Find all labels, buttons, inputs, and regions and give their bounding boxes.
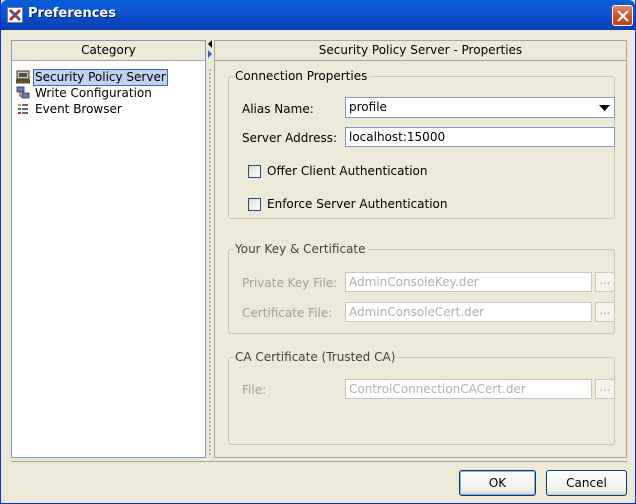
category-item-security-policy-server[interactable]: Security Policy Server [15, 68, 205, 86]
category-item-event-browser[interactable]: Event Browser [16, 101, 205, 117]
category-item-label: Write Configuration [35, 85, 152, 100]
category-item-label: Security Policy Server [33, 68, 168, 86]
category-pane: Category Security Policy Server Write Co… [11, 40, 206, 458]
title-bar[interactable]: Preferences [1, 0, 635, 30]
network-write-icon [16, 86, 30, 100]
cancel-button[interactable]: Cancel [546, 470, 627, 496]
connection-properties-legend: Connection Properties [235, 69, 368, 83]
event-list-icon [16, 102, 30, 116]
category-item-label: Event Browser [35, 101, 122, 116]
preferences-window: Preferences Category Security Policy Ser… [0, 0, 636, 504]
chevron-down-icon [599, 105, 610, 111]
certificate-file-label: Certificate File: [242, 306, 333, 320]
combo-dropdown-button[interactable] [596, 99, 613, 116]
server-address-input[interactable] [345, 127, 615, 147]
alias-name-value: profile [349, 100, 387, 114]
private-key-file-input [345, 272, 592, 292]
properties-header: Security Policy Server - Properties [215, 41, 626, 61]
server-address-label: Server Address: [242, 131, 337, 145]
pane-splitter[interactable] [206, 40, 214, 458]
app-icon [7, 7, 23, 23]
computer-icon [15, 70, 31, 84]
ca-file-input [345, 379, 592, 399]
bottom-separator [11, 461, 627, 462]
enforce-server-auth-checkbox[interactable] [248, 198, 261, 211]
ca-certificate-legend: CA Certificate (Trusted CA) [235, 350, 396, 364]
offer-client-auth-label[interactable]: Offer Client Authentication [267, 164, 428, 178]
close-icon [617, 10, 629, 22]
ca-file-browse-button: ... [595, 379, 615, 399]
ca-file-label: File: [242, 383, 267, 397]
key-certificate-legend: Your Key & Certificate [235, 242, 366, 256]
ok-button[interactable]: OK [459, 470, 536, 496]
close-button[interactable] [612, 5, 633, 26]
private-key-file-label: Private Key File: [242, 276, 338, 290]
private-key-browse-button: ... [595, 272, 615, 292]
properties-pane: Security Policy Server - Properties Conn… [214, 40, 627, 458]
alias-name-label: Alias Name: [242, 102, 314, 116]
offer-client-auth-checkbox[interactable] [248, 165, 261, 178]
window-title: Preferences [28, 6, 116, 21]
collapse-right-icon[interactable] [207, 50, 213, 58]
splitter-grip [208, 68, 212, 456]
certificate-browse-button: ... [595, 302, 615, 322]
collapse-left-icon[interactable] [207, 40, 213, 48]
alias-name-combo[interactable]: profile [345, 97, 615, 118]
category-header: Category [12, 41, 205, 61]
category-item-write-configuration[interactable]: Write Configuration [16, 85, 205, 101]
category-tree: Security Policy Server Write Configurati… [12, 61, 205, 117]
certificate-file-input [345, 302, 592, 322]
enforce-server-auth-label[interactable]: Enforce Server Authentication [267, 197, 447, 211]
